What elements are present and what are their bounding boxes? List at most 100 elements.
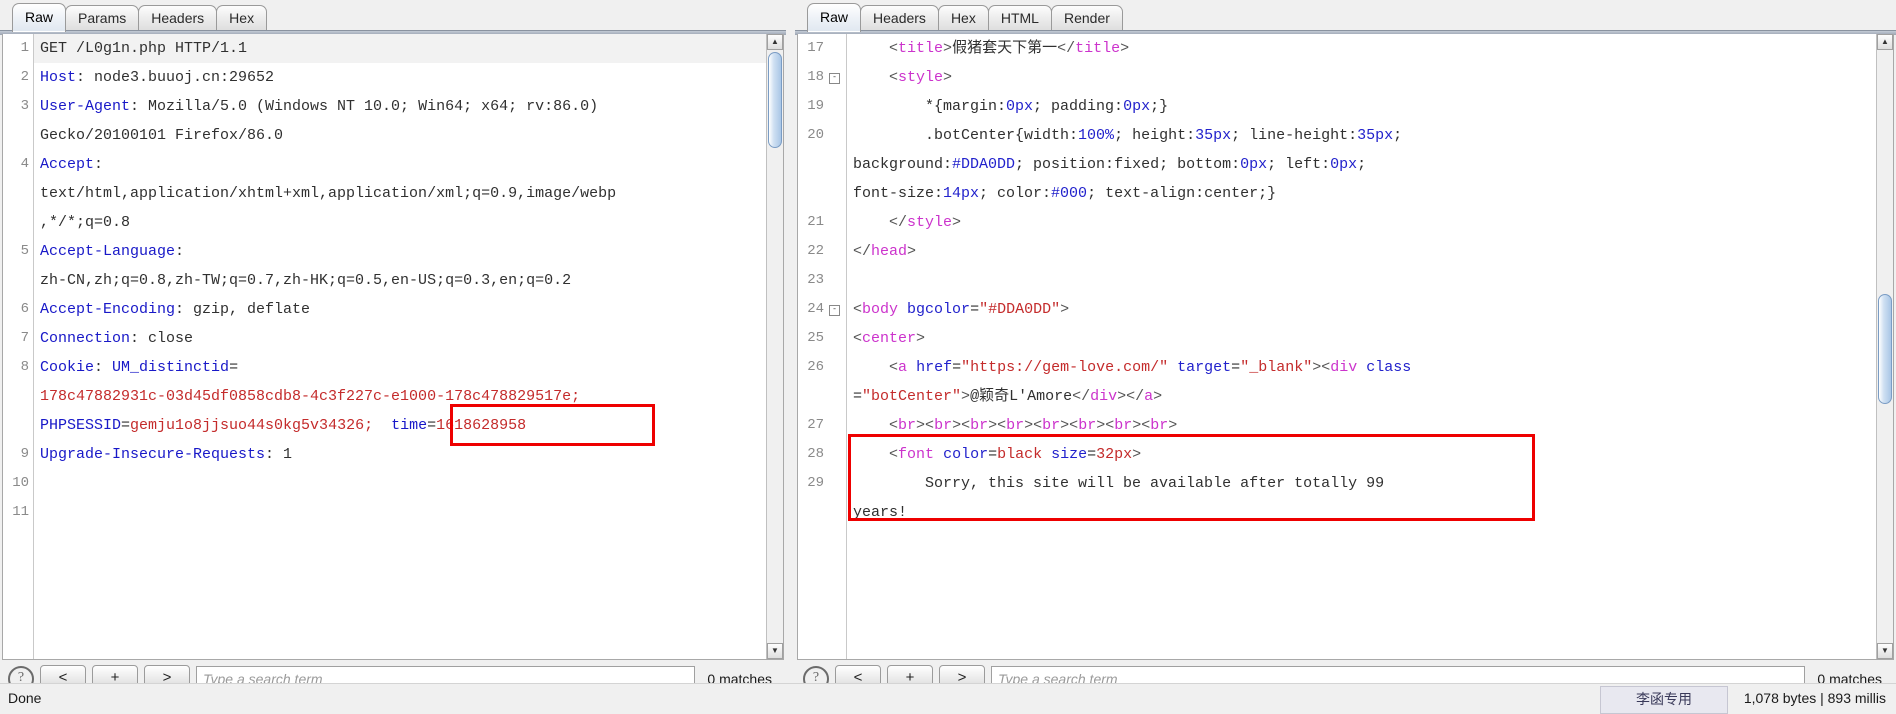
request-line-number-gutter: 1 2 3 4 5 6 7 8 9 10 11	[3, 34, 34, 659]
line-number: 19	[807, 98, 824, 114]
response-tab-raw[interactable]: Raw	[807, 3, 862, 32]
code-token: font	[898, 446, 935, 463]
code-line: Sorry, this site will be available after…	[853, 469, 1384, 498]
code-token: br	[1078, 417, 1097, 434]
code-line: years!	[853, 498, 907, 527]
line-number: 11	[12, 504, 29, 520]
code-token: <	[853, 301, 863, 318]
code-token: :	[94, 156, 104, 173]
code-line: Gecko/20100101 Firefox/86.0	[40, 121, 283, 150]
code-token: div	[1330, 359, 1358, 376]
response-editor[interactable]: 17 18-19 20 21 22 23 24-25 26 27 28 29 <title>假猪套天…	[797, 34, 1894, 660]
code-line: ,*/*;q=0.8	[40, 208, 130, 237]
code-token: br	[1150, 417, 1169, 434]
response-tab-hex[interactable]: Hex	[937, 5, 989, 32]
code-token: ; line-height:	[1231, 127, 1358, 144]
code-token: bgcolor	[907, 301, 971, 318]
code-token: 32px	[1096, 446, 1133, 463]
response-code-area[interactable]: <title>假猪套天下第一</title> <style> *{margin:…	[847, 34, 1877, 659]
code-token: 100%	[1078, 127, 1115, 144]
code-token: Accept	[40, 156, 95, 173]
code-token: "#DDA0DD"	[979, 301, 1061, 318]
code-token: ; padding:	[1033, 98, 1124, 115]
code-token: 0px	[1240, 156, 1268, 173]
code-token: </	[1072, 388, 1091, 405]
line-number: 18	[807, 69, 824, 85]
code-token: Cookie	[40, 359, 95, 376]
code-line: </head>	[853, 237, 916, 266]
code-token: >	[943, 40, 953, 57]
request-scroll-up-icon[interactable]: ▲	[767, 34, 783, 50]
code-token: :	[94, 359, 113, 376]
code-token: body	[862, 301, 899, 318]
code-token: Connection	[40, 330, 131, 347]
code-token: ><	[1060, 417, 1079, 434]
code-token: =	[427, 417, 437, 434]
fold-toggle-icon[interactable]: -	[829, 305, 840, 316]
line-number: 24	[807, 301, 824, 317]
code-token: ; left:	[1267, 156, 1331, 173]
request-pane: Raw Params Headers Hex 1 2 3 4 5 6 7 8 9 10 11 GET /L…	[0, 0, 786, 714]
code-token: ;	[1357, 156, 1367, 173]
pane-divider[interactable]	[788, 0, 793, 684]
fold-toggle-icon[interactable]: -	[829, 73, 840, 84]
request-scroll-thumb[interactable]	[768, 52, 782, 148]
response-scroll-up-icon[interactable]: ▲	[1877, 34, 1893, 50]
code-token: =	[1087, 446, 1097, 463]
code-token: >	[952, 214, 962, 231]
code-token: >	[916, 330, 926, 347]
code-token: Accept-Language	[40, 243, 176, 260]
code-line: <br><br><br><br><br><br><br><br>	[853, 411, 1177, 440]
code-token: Upgrade-Insecure-Requests	[40, 446, 266, 463]
code-token: color	[943, 446, 989, 463]
request-scroll-down-icon[interactable]: ▼	[767, 643, 783, 659]
code-token: : 1	[265, 446, 293, 463]
code-token: gemju1o8jjsuo44s0kg5v34326;	[130, 417, 374, 434]
code-token: Sorry, this site will be available after…	[925, 475, 1385, 492]
response-tab-html[interactable]: HTML	[987, 5, 1052, 32]
code-line: <a href="https://gem-love.com/" target="…	[853, 353, 1411, 382]
line-number: 5	[20, 243, 29, 259]
response-scroll-thumb[interactable]	[1878, 294, 1892, 404]
code-token: style	[907, 214, 953, 231]
code-token: User-Agent	[40, 98, 131, 115]
code-token: 35px	[1357, 127, 1394, 144]
code-line: </style>	[853, 208, 961, 237]
line-number: 28	[807, 446, 824, 462]
code-line: <style>	[853, 63, 952, 92]
code-token: <	[889, 446, 899, 463]
code-token: 0px	[1330, 156, 1358, 173]
code-token: class	[1366, 359, 1412, 376]
code-line: <font color=black size=32px>	[853, 440, 1141, 469]
code-token: <	[889, 69, 899, 86]
line-number: 2	[20, 69, 29, 85]
code-token: "https://gem-love.com/"	[961, 359, 1169, 376]
code-token: "botCenter"	[862, 388, 962, 405]
request-vertical-scrollbar[interactable]: ▲ ▼	[766, 34, 783, 659]
request-code-area[interactable]: GET /L0g1n.php HTTP/1.1 Host: node3.buuoj…	[34, 34, 767, 659]
response-tab-render[interactable]: Render	[1050, 5, 1123, 32]
response-tab-headers[interactable]: Headers	[860, 5, 939, 32]
code-token: </	[853, 243, 872, 260]
response-vertical-scrollbar[interactable]: ▲ ▼	[1876, 34, 1893, 659]
request-editor[interactable]: 1 2 3 4 5 6 7 8 9 10 11 GET /L0g1n.php HTTP/1.1 Hos…	[2, 34, 784, 660]
request-tab-hex[interactable]: Hex	[216, 5, 268, 32]
code-token: title	[898, 40, 944, 57]
request-tab-params[interactable]: Params	[65, 5, 140, 32]
code-token: br	[970, 417, 989, 434]
line-number: 22	[807, 243, 824, 259]
code-line: Accept:	[40, 150, 103, 179]
code-token: br	[1006, 417, 1025, 434]
request-tab-headers[interactable]: Headers	[138, 5, 218, 32]
request-tab-raw[interactable]: Raw	[12, 3, 67, 32]
code-token: =	[853, 388, 863, 405]
code-line: .botCenter{width:100%; height:35px; line…	[853, 121, 1402, 150]
code-token: text/html,application/xhtml+xml,applicat…	[40, 185, 617, 202]
code-token: : Mozilla/5.0 (Windows NT 10.0; Win64; x…	[130, 98, 599, 115]
code-token: br	[1042, 417, 1061, 434]
code-token: font-size:	[853, 185, 944, 202]
response-scroll-down-icon[interactable]: ▼	[1877, 643, 1893, 659]
code-token: ><	[1024, 417, 1043, 434]
code-token: >	[1132, 446, 1142, 463]
